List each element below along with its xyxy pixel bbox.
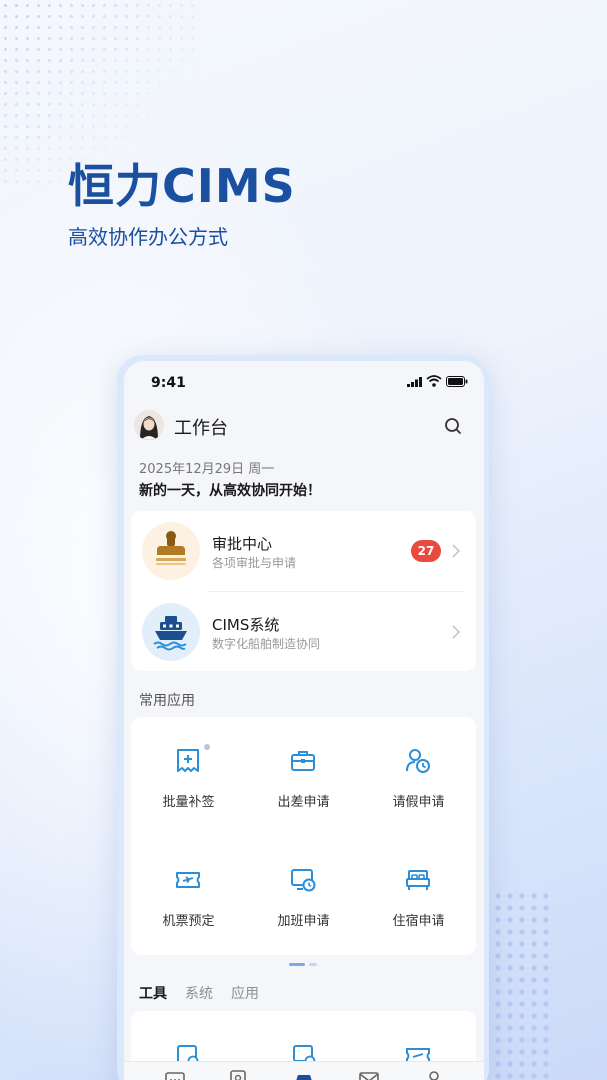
battery-icon	[446, 376, 468, 387]
entry-card: 审批中心 各项审批与申请 27 CIMS系统 数字化船舶制造协同	[131, 511, 476, 671]
app-flight-booking[interactable]: 机票预定	[131, 836, 246, 955]
tab-tools[interactable]: 工具	[139, 983, 167, 1003]
bottom-nav	[124, 1061, 484, 1080]
cims-system-entry[interactable]: CIMS系统 数字化船舶制造协同	[131, 592, 476, 672]
common-apps-grid: 批量补签 出差申请 请假申请 机票预定 加班申请 住宿申请	[131, 717, 476, 955]
briefcase-icon	[291, 751, 315, 771]
message-icon[interactable]	[164, 1069, 186, 1080]
chevron-right-icon	[452, 625, 461, 639]
page-dot	[309, 963, 317, 966]
tab-apps[interactable]: 应用	[231, 983, 259, 1003]
plane-ticket-icon	[176, 872, 200, 888]
common-apps-label: 常用应用	[139, 693, 195, 709]
app-business-trip[interactable]: 出差申请	[246, 717, 361, 836]
decorative-dots-bottom-right	[492, 890, 552, 1080]
contacts-icon[interactable]	[227, 1069, 249, 1080]
app-label: 批量补签	[162, 795, 215, 810]
cims-system-subtitle: 数字化船舶制造协同	[212, 637, 321, 651]
chevron-right-icon	[452, 544, 461, 558]
profile-icon[interactable]	[423, 1069, 445, 1080]
phone-screen: 9:41 工作台 2025年12月29日 周一 新的一天，从高效协同开始！ 审批…	[124, 361, 484, 1080]
bed-icon	[406, 870, 430, 890]
app-leave[interactable]: 请假申请	[361, 717, 476, 836]
hero-subtitle: 高效协作办公方式	[68, 225, 228, 249]
approval-center-entry[interactable]: 审批中心 各项审批与申请 27	[131, 511, 476, 591]
overtime-icon	[291, 869, 316, 892]
notification-dot	[204, 744, 210, 750]
avatar[interactable]	[134, 410, 164, 440]
hero-title: 恒力CIMS	[68, 159, 296, 213]
status-bar: 9:41	[124, 361, 484, 403]
app-label: 机票预定	[162, 914, 215, 929]
tab-system[interactable]: 系统	[185, 983, 213, 1003]
approval-icon-bg	[142, 522, 200, 580]
approval-center-title: 审批中心	[212, 535, 273, 553]
stamp-icon	[156, 531, 186, 565]
status-time: 9:41	[151, 375, 186, 391]
greeting-date: 2025年12月29日 周一	[139, 462, 275, 477]
approval-count-badge: 27	[411, 540, 441, 562]
app-accommodation[interactable]: 住宿申请	[361, 836, 476, 955]
app-label: 加班申请	[277, 914, 330, 929]
app-label: 出差申请	[277, 795, 330, 810]
cims-icon-bg	[142, 603, 200, 661]
app-header: 工作台	[124, 407, 484, 443]
ship-icon	[153, 616, 187, 651]
leave-clock-icon	[406, 749, 430, 773]
app-overtime[interactable]: 加班申请	[246, 836, 361, 955]
cims-system-title: CIMS系统	[212, 616, 280, 634]
header-title: 工作台	[174, 418, 228, 439]
app-batch-sign[interactable]: 批量补签	[131, 717, 246, 836]
app-label: 住宿申请	[392, 914, 445, 929]
avatar-portrait-icon	[134, 410, 164, 440]
search-icon[interactable]	[442, 415, 464, 437]
workbench-icon[interactable]	[292, 1069, 316, 1080]
approval-center-subtitle: 各项审批与申请	[212, 556, 297, 570]
page-dot-active	[289, 963, 305, 966]
wifi-icon	[426, 375, 442, 387]
greeting-slogan: 新的一天，从高效协同开始！	[139, 483, 321, 499]
mail-icon[interactable]	[358, 1069, 380, 1080]
signal-icon	[407, 377, 422, 387]
app-label: 请假申请	[392, 795, 445, 810]
batch-sign-icon	[177, 749, 199, 772]
